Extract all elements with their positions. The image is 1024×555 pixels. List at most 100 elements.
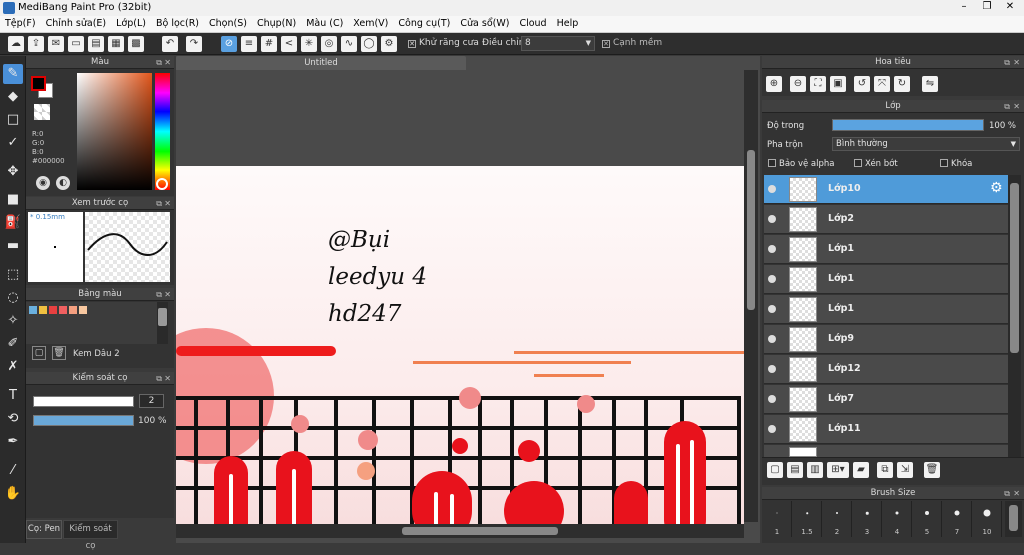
select-eraser-icon[interactable]: ✗ xyxy=(3,357,23,377)
magic-wand-icon[interactable]: ✧ xyxy=(3,311,23,331)
reset-rotation-icon[interactable]: ⤧ xyxy=(874,76,890,92)
radial-snap-icon[interactable]: ✳ xyxy=(301,36,317,52)
horizontal-scroll-thumb[interactable] xyxy=(402,527,558,535)
menu-tools[interactable]: Công cụ(T) xyxy=(393,16,455,32)
layer-row[interactable]: Lớp10 ⚙ xyxy=(764,175,1008,204)
curve-snap-icon[interactable]: ∿ xyxy=(341,36,357,52)
eye-icon[interactable] xyxy=(768,365,776,373)
close-icon[interactable]: ✕ xyxy=(1013,487,1020,500)
float-icon[interactable]: ⧉ xyxy=(1004,487,1010,500)
smooth-edge-checkbox[interactable]: ✕ xyxy=(602,40,610,48)
float-icon[interactable]: ⧉ xyxy=(1004,56,1010,69)
chat-icon[interactable]: ▭ xyxy=(68,36,84,52)
brush-opacity-slider[interactable] xyxy=(33,415,134,426)
menu-help[interactable]: Help xyxy=(552,16,584,32)
brush-size-option[interactable]: 10 xyxy=(973,501,1002,537)
cross-snap-icon[interactable]: # xyxy=(261,36,277,52)
palette-swatch[interactable] xyxy=(39,306,47,314)
upload-icon[interactable]: ⇪ xyxy=(28,36,44,52)
new-folder-icon[interactable]: ▰ xyxy=(853,462,869,478)
brush-size-scrollbar[interactable] xyxy=(1005,501,1022,537)
layer-row[interactable]: Lớp1 xyxy=(764,235,1008,264)
canvas-vertical-scrollbar[interactable] xyxy=(744,70,758,522)
vertical-scroll-thumb[interactable] xyxy=(747,150,755,310)
new-8bit-layer-icon[interactable]: ▥ xyxy=(807,462,823,478)
menu-snap[interactable]: Chụp(N) xyxy=(252,16,301,32)
close-icon[interactable]: ✕ xyxy=(1013,100,1020,113)
document-tab[interactable]: Untitled xyxy=(176,56,466,70)
minimize-button[interactable]: – xyxy=(952,0,976,16)
delete-palette-icon[interactable]: 🗑 xyxy=(52,346,66,360)
merge-down-icon[interactable]: ⇲ xyxy=(897,462,913,478)
menu-edit[interactable]: Chỉnh sửa(E) xyxy=(41,16,112,32)
palette-swatch[interactable] xyxy=(29,306,37,314)
delete-layer-icon[interactable]: 🗑 xyxy=(924,462,940,478)
layer-row[interactable]: Lớp1 xyxy=(764,295,1008,324)
layer-row[interactable]: Lớp9 xyxy=(764,325,1008,354)
brush-size-option[interactable]: 3 xyxy=(853,501,882,537)
close-icon[interactable]: ✕ xyxy=(164,56,171,69)
circle-snap-icon[interactable]: ◎ xyxy=(321,36,337,52)
new-layer-icon[interactable]: ▢ xyxy=(767,462,783,478)
layer-row-partial[interactable] xyxy=(764,445,1008,457)
brush-size-option[interactable]: 1.5 xyxy=(793,501,822,537)
adjust-select[interactable]: 8 ▼ xyxy=(521,36,595,51)
menu-select[interactable]: Chọn(S) xyxy=(204,16,252,32)
flip-horizontal-icon[interactable]: ⇋ xyxy=(922,76,938,92)
gear-icon[interactable]: ⚙ xyxy=(990,180,1003,196)
maximize-button[interactable]: ❐ xyxy=(975,0,999,16)
move-tool-icon[interactable]: ✥ xyxy=(3,162,23,182)
close-icon[interactable]: ✕ xyxy=(1013,56,1020,69)
float-icon[interactable]: ⧉ xyxy=(156,56,162,69)
brush-size-value[interactable]: 2 xyxy=(139,394,164,408)
ellipse-snap-icon[interactable]: ◯ xyxy=(361,36,377,52)
actual-size-icon[interactable]: ▣ xyxy=(830,76,846,92)
new-halftone-layer-icon[interactable]: ▤ xyxy=(787,462,803,478)
close-button[interactable]: ✕ xyxy=(998,0,1022,16)
add-layer-menu-icon[interactable]: ⊞▾ xyxy=(827,462,849,478)
hue-handle[interactable] xyxy=(156,178,168,190)
color-mode-icon[interactable]: ◐ xyxy=(56,176,70,190)
vanishing-snap-icon[interactable]: < xyxy=(281,36,297,52)
menu-file[interactable]: Tệp(F) xyxy=(0,16,41,32)
duplicate-layer-icon[interactable]: ⧉ xyxy=(877,462,893,478)
hue-slider[interactable] xyxy=(155,73,170,190)
parallel-snap-icon[interactable]: ≡ xyxy=(241,36,257,52)
brush-tool-icon[interactable]: ✎ xyxy=(3,64,23,84)
canvas-horizontal-scrollbar[interactable] xyxy=(176,524,744,538)
palette-swatch[interactable] xyxy=(79,306,87,314)
layer-row[interactable]: Lớp11 xyxy=(764,415,1008,444)
eye-icon[interactable] xyxy=(768,395,776,403)
foreground-color[interactable] xyxy=(31,76,46,91)
document-icon[interactable]: ▤ xyxy=(88,36,104,52)
dot-tool-icon[interactable]: □ xyxy=(3,110,23,130)
menu-layer[interactable]: Lớp(L) xyxy=(111,16,151,32)
eye-icon[interactable] xyxy=(768,305,776,313)
float-icon[interactable]: ⧉ xyxy=(1004,100,1010,113)
layers-scrollbar[interactable] xyxy=(1008,175,1021,457)
snap-settings-icon[interactable]: ⚙ xyxy=(381,36,397,52)
palette-scrollbar[interactable] xyxy=(157,302,168,344)
antialias-checkbox[interactable]: ✕ xyxy=(408,40,416,48)
redo-icon[interactable]: ↷ xyxy=(186,36,202,52)
eye-icon[interactable] xyxy=(768,425,776,433)
new-palette-icon[interactable]: ▢ xyxy=(32,346,46,360)
smooth-edge-option[interactable]: ✕ Cạnh mềm xyxy=(602,38,662,48)
palette-swatch[interactable] xyxy=(49,306,57,314)
undo-icon[interactable]: ↶ xyxy=(162,36,178,52)
clipping-option[interactable]: Xén bớt xyxy=(854,159,898,169)
close-icon[interactable]: ✕ xyxy=(164,372,171,385)
bucket-icon[interactable]: ⛽ xyxy=(3,213,23,233)
canvas-area[interactable]: @Bụi leedyu 4 hd247 xyxy=(176,56,760,543)
text-tool-icon[interactable]: T xyxy=(3,386,23,406)
saturation-value-picker[interactable] xyxy=(77,73,152,190)
palette-swatch[interactable] xyxy=(59,306,67,314)
fit-window-icon[interactable]: ⛶ xyxy=(810,76,826,92)
menu-view[interactable]: Xem(V) xyxy=(348,16,393,32)
tab-brush-control[interactable]: Kiểm soát cọ xyxy=(63,520,118,551)
palette-swatch[interactable] xyxy=(69,306,77,314)
close-icon[interactable]: ✕ xyxy=(164,288,171,301)
blend-mode-select[interactable]: Bình thường ▼ xyxy=(832,137,1020,151)
protect-alpha-option[interactable]: Bảo vệ alpha xyxy=(768,159,834,169)
eye-icon[interactable] xyxy=(768,185,776,193)
